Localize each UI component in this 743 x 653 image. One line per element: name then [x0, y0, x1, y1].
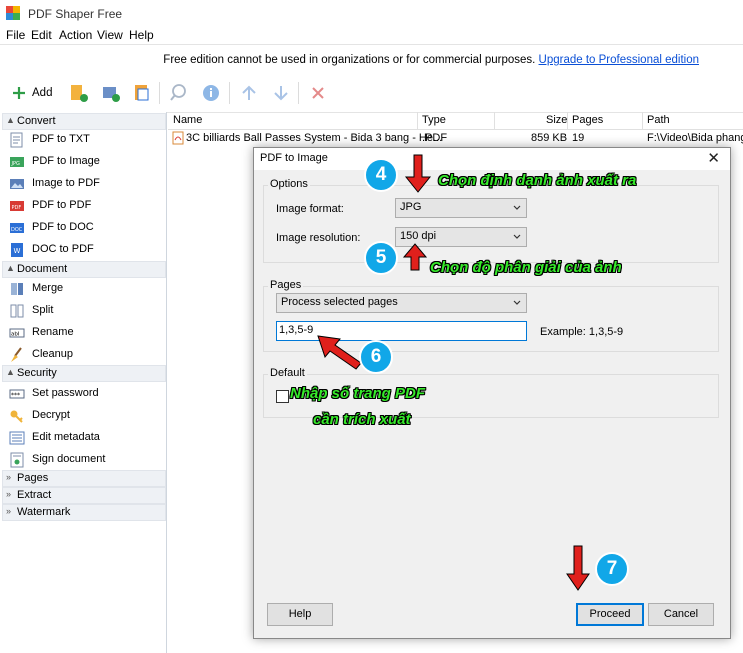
arrow-to-format-icon	[404, 154, 432, 193]
annotation-arrows	[317, 154, 590, 591]
pages-annotation-line2: cần trích xuất	[313, 411, 411, 428]
resolution-annotation: Chọn độ phân giải của ảnh	[430, 259, 622, 276]
step-badge-4: 4	[364, 158, 398, 192]
arrow-to-resolution-icon	[402, 243, 428, 271]
arrow-to-page-input-icon	[317, 335, 362, 370]
format-annotation: Chọn định dạnh ảnh xuất ra	[438, 172, 637, 189]
arrow-to-proceed-icon	[566, 545, 590, 591]
pages-annotation-line1: Nhập số trang PDF	[290, 385, 426, 402]
step-badge-5: 5	[364, 241, 398, 275]
step-badge-6: 6	[359, 340, 393, 374]
step-badge-7: 7	[595, 552, 629, 586]
